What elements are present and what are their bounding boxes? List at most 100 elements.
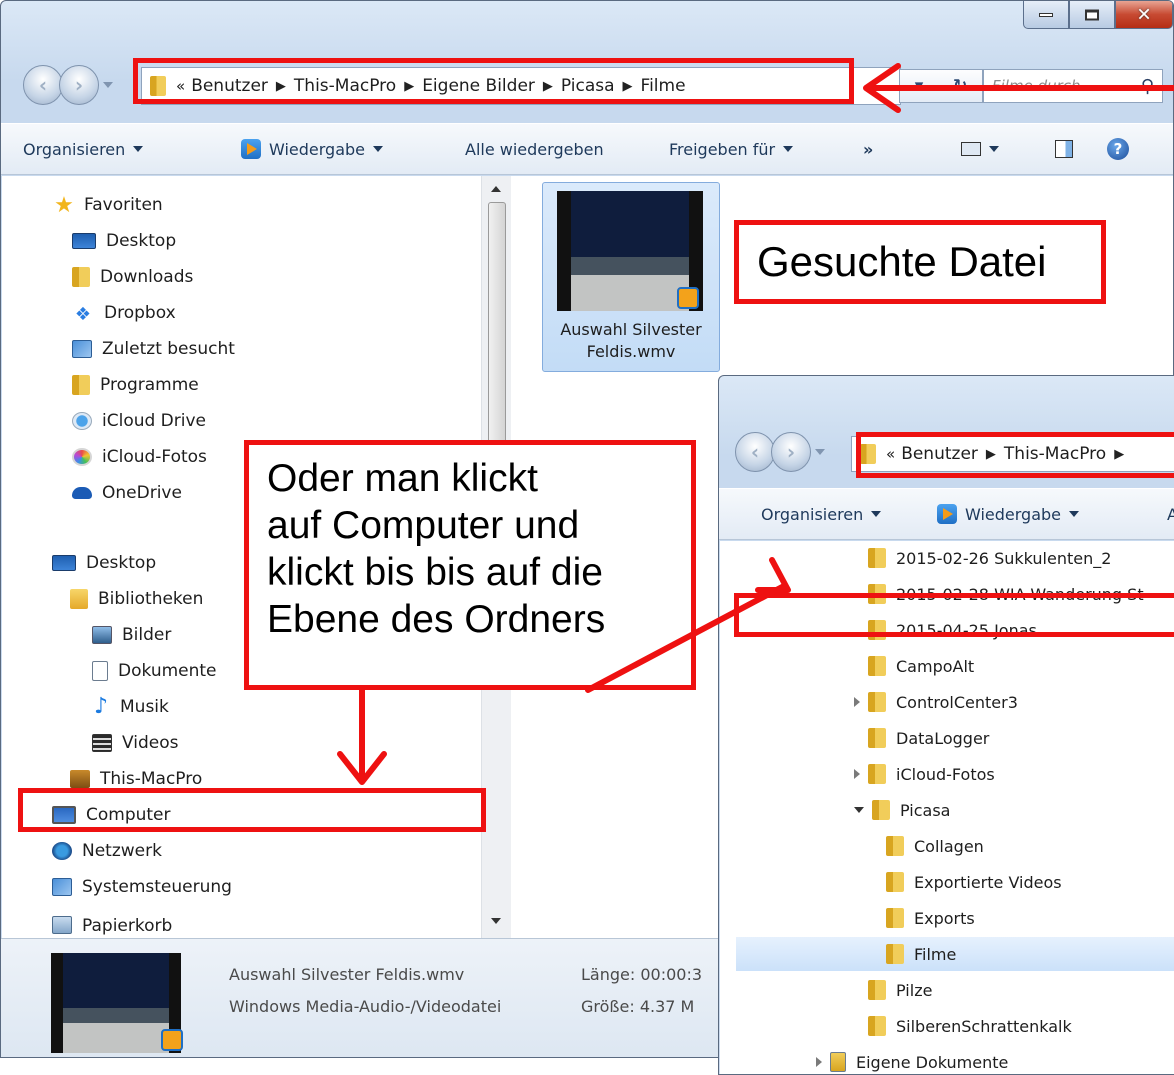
tree-item[interactable]: Pilze xyxy=(868,973,932,1007)
forward-button[interactable]: › xyxy=(771,432,811,472)
close-button[interactable]: ✕ xyxy=(1115,1,1173,29)
scroll-down-icon[interactable] xyxy=(491,918,501,924)
breadcrumb-separator-icon[interactable]: ▶ xyxy=(986,447,996,462)
tree-item[interactable]: Collagen xyxy=(886,829,984,863)
videos-icon xyxy=(92,734,112,752)
nav-user-folder[interactable]: This-MacPro xyxy=(70,762,202,796)
nav-control-panel[interactable]: Systemsteuerung xyxy=(52,870,232,904)
nav-network[interactable]: Netzwerk xyxy=(52,834,162,868)
tree-item[interactable]: Exports xyxy=(886,901,975,935)
nav-favorite-downloads[interactable]: Downloads xyxy=(72,260,193,294)
tree-label: Picasa xyxy=(900,800,951,820)
tree-item[interactable]: iCloud-Fotos xyxy=(854,757,995,791)
history-buttons: ‹ › xyxy=(23,65,113,105)
play-label: Wiedergabe xyxy=(269,139,366,159)
collapse-arrow-icon[interactable] xyxy=(854,807,864,813)
breadcrumb-overflow[interactable]: « xyxy=(886,445,895,463)
tree-item[interactable]: 2015-02-26 Sukkulenten_2 xyxy=(868,541,1111,575)
nav-library-videos[interactable]: Videos xyxy=(92,726,179,760)
tree-item-picasa[interactable]: Picasa xyxy=(854,793,950,827)
recent-places-icon xyxy=(72,340,92,358)
breadcrumb-benutzer[interactable]: Benutzer xyxy=(901,444,978,464)
address-dropdown-icon[interactable]: ▾ xyxy=(915,76,924,96)
play-all-button[interactable]: Alle wiedergeben xyxy=(465,140,604,159)
address-bar[interactable]: « Benutzer ▶ This-MacPro ▶ Eigene Bilder… xyxy=(141,67,901,105)
preview-pane-button[interactable] xyxy=(1055,140,1073,158)
instruction-line: klickt bis bis auf die xyxy=(267,551,603,594)
breadcrumb-separator-icon[interactable]: ▶ xyxy=(543,79,553,94)
breadcrumb-picasa[interactable]: Picasa xyxy=(561,76,615,96)
refresh-icon[interactable]: ↻ xyxy=(953,76,967,96)
media-play-icon xyxy=(241,139,261,159)
chevron-down-icon xyxy=(989,146,999,152)
expand-arrow-icon[interactable] xyxy=(854,769,860,779)
minimize-button[interactable] xyxy=(1023,1,1069,29)
back-button[interactable]: ‹ xyxy=(23,65,63,105)
share-menu[interactable]: Freigeben für xyxy=(669,140,794,159)
nav-library-music[interactable]: ♪ Musik xyxy=(92,690,169,724)
recent-pages-dropdown[interactable] xyxy=(103,82,113,88)
truncated-command[interactable]: A xyxy=(1167,505,1174,524)
view-options-button[interactable] xyxy=(961,142,999,156)
tree-item[interactable]: Eigene Dokumente xyxy=(816,1045,1008,1074)
tree-item[interactable]: SilberenSchrattenkalk xyxy=(868,1009,1072,1043)
tree-item[interactable]: ControlCenter3 xyxy=(854,685,1018,719)
folder-icon xyxy=(886,908,904,928)
breadcrumb-this-macpro[interactable]: This-MacPro xyxy=(294,76,396,96)
nav-computer[interactable]: Computer xyxy=(52,798,171,832)
breadcrumb-eigene-bilder[interactable]: Eigene Bilder xyxy=(422,76,535,96)
tree-item-filme-selected[interactable]: Filme xyxy=(736,937,1174,971)
instruction-line: Oder man klickt xyxy=(267,457,538,500)
nav-libraries[interactable]: Bibliotheken xyxy=(70,582,203,616)
tree-item[interactable]: 2015-02-28 WIA-Wanderung St xyxy=(868,577,1144,611)
nav-library-documents[interactable]: Dokumente xyxy=(92,654,217,688)
breadcrumb-separator-icon[interactable]: ▶ xyxy=(276,79,286,94)
nav-library-pictures[interactable]: Bilder xyxy=(92,618,171,652)
nav-favorite-icloud-drive[interactable]: iCloud Drive xyxy=(72,404,206,438)
scroll-up-icon[interactable] xyxy=(491,186,501,192)
tree-label: SilberenSchrattenkalk xyxy=(896,1016,1072,1036)
breadcrumb-overflow[interactable]: « xyxy=(176,77,185,95)
folder-icon xyxy=(868,656,886,676)
folder-icon xyxy=(872,800,890,820)
breadcrumb-separator-icon[interactable]: ▶ xyxy=(623,79,633,94)
nav-favorites[interactable]: ★ Favoriten xyxy=(52,188,163,222)
address-bar[interactable]: « Benutzer ▶ This-MacPro ▶ xyxy=(851,436,1174,472)
back-button[interactable]: ‹ xyxy=(735,432,775,472)
tree-item[interactable]: 2015-04-25 Jonas xyxy=(868,613,1037,647)
tree-item[interactable]: Exportierte Videos xyxy=(886,865,1062,899)
breadcrumb-separator-icon[interactable]: ▶ xyxy=(404,79,414,94)
nav-favorite-icloud-photos[interactable]: iCloud-Fotos xyxy=(72,440,207,474)
expand-arrow-icon[interactable] xyxy=(816,1057,822,1067)
forward-button[interactable]: › xyxy=(59,65,99,105)
recent-pages-dropdown[interactable] xyxy=(815,449,825,455)
more-commands-button[interactable]: » xyxy=(863,140,873,159)
search-input[interactable]: Filme durch... ⚲ xyxy=(983,69,1163,103)
nav-label: OneDrive xyxy=(102,483,182,503)
command-bar: Organisieren Wiedergabe Alle wiedergeben… xyxy=(1,123,1173,175)
nav-favorite-dropbox[interactable]: ❖ Dropbox xyxy=(72,296,176,330)
organize-menu[interactable]: Organisieren xyxy=(761,505,882,524)
expand-arrow-icon[interactable] xyxy=(854,697,860,707)
nav-favorite-recent[interactable]: Zuletzt besucht xyxy=(72,332,235,366)
play-menu[interactable]: Wiedergabe xyxy=(241,139,384,159)
nav-favorite-programme[interactable]: Programme xyxy=(72,368,199,402)
tree-label: Collagen xyxy=(914,836,984,856)
search-icon[interactable]: ⚲ xyxy=(1141,76,1154,97)
maximize-icon xyxy=(1085,9,1099,20)
nav-desktop[interactable]: Desktop xyxy=(52,546,156,580)
breadcrumb-separator-icon[interactable]: ▶ xyxy=(1114,447,1124,462)
nav-trash[interactable]: Papierkorb xyxy=(52,916,172,938)
maximize-button[interactable] xyxy=(1069,1,1115,29)
breadcrumb-filme[interactable]: Filme xyxy=(641,76,686,96)
organize-menu[interactable]: Organisieren xyxy=(23,140,144,159)
file-item-video[interactable]: Auswahl Silvester Feldis.wmv xyxy=(542,182,720,372)
breadcrumb-this-macpro[interactable]: This-MacPro xyxy=(1004,444,1106,464)
play-menu[interactable]: Wiedergabe xyxy=(937,504,1080,524)
breadcrumb-benutzer[interactable]: Benutzer xyxy=(191,76,268,96)
tree-item[interactable]: CampoAlt xyxy=(868,649,974,683)
help-button[interactable]: ? xyxy=(1107,138,1129,160)
tree-item[interactable]: DataLogger xyxy=(868,721,989,755)
nav-favorite-onedrive[interactable]: OneDrive xyxy=(72,476,182,510)
nav-favorite-desktop[interactable]: Desktop xyxy=(72,224,176,258)
